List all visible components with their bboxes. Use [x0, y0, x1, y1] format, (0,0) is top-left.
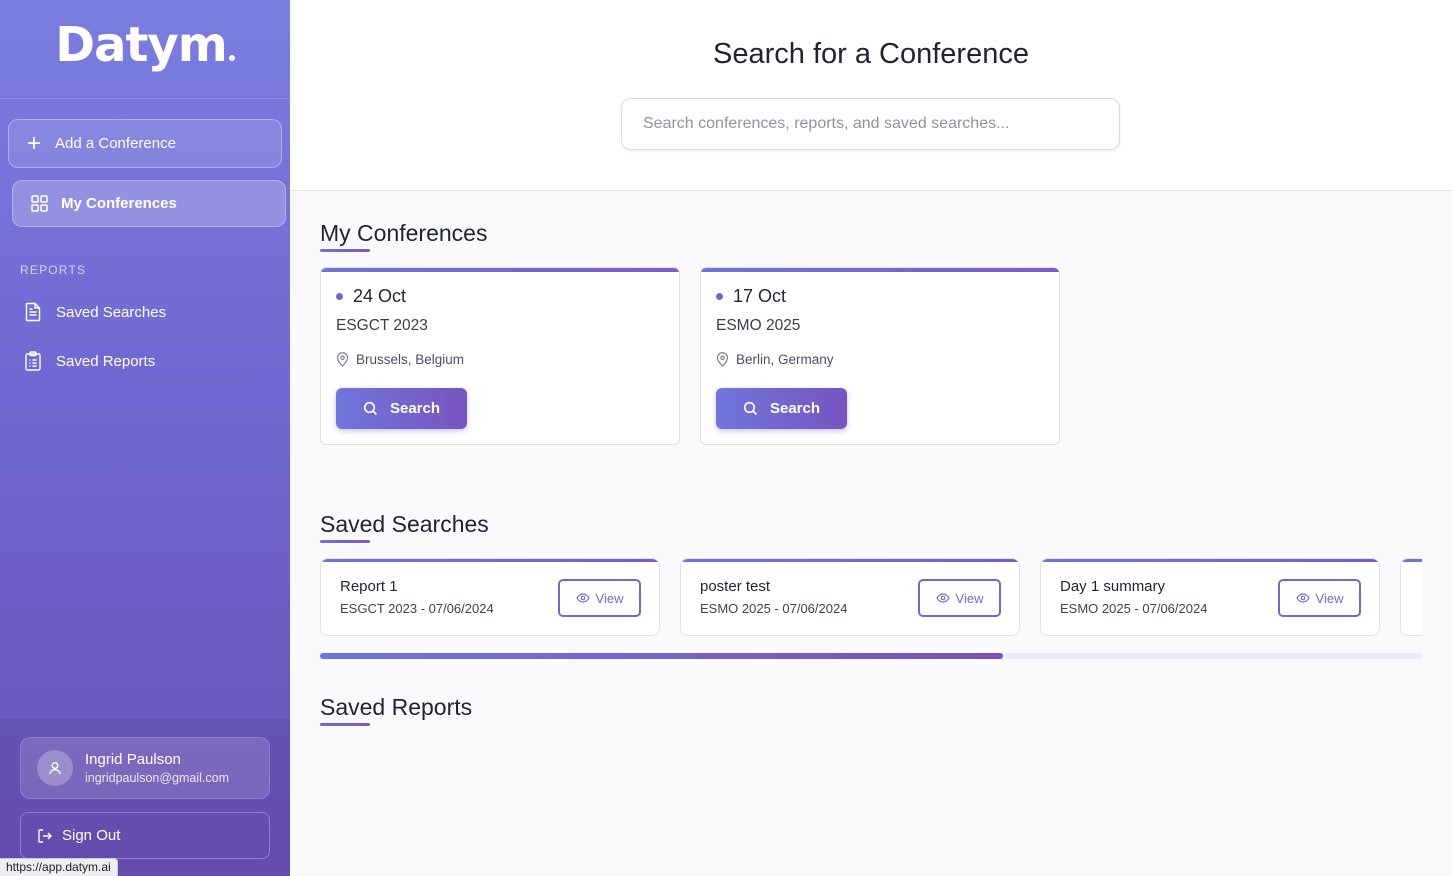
saved-search-meta: ESGCT 2023 - 07/06/2024: [340, 601, 494, 616]
page-title: Search for a Conference: [713, 38, 1029, 70]
bullet-icon: [716, 293, 723, 300]
sidebar-item-saved-reports[interactable]: Saved Reports: [24, 345, 274, 377]
sidebar-item-label: Saved Reports: [56, 352, 156, 370]
bullet-icon: [336, 293, 343, 300]
avatar: [37, 750, 73, 786]
saved-search-meta: ESMO 2025 - 07/06/2024: [1060, 601, 1208, 616]
scrollbar-thumb[interactable]: [320, 653, 1004, 659]
search-icon: [363, 401, 378, 416]
search-icon: [743, 401, 758, 416]
conference-date: 17 Oct: [716, 286, 786, 307]
user-icon: [49, 762, 61, 775]
saved-search-name: Day 1 summary: [1060, 578, 1166, 595]
sign-out-label: Sign Out: [62, 827, 121, 844]
conference-date: 24 Oct: [336, 286, 406, 307]
document-icon: [24, 302, 42, 322]
section-underline: [320, 249, 370, 252]
eye-icon: [1295, 593, 1310, 603]
saved-search-card-partial: [1400, 558, 1422, 636]
saved-search-name: poster test: [700, 578, 771, 595]
conference-card: 24 Oct ESGCT 2023 Brussels, Belgium Sear…: [320, 267, 680, 445]
saved-search-name: Report 1: [340, 578, 398, 595]
main-content: Search for a Conference My Conferences 2…: [290, 0, 1452, 876]
location-pin-icon: [716, 352, 729, 367]
clipboard-icon: [24, 351, 42, 371]
conference-location: Berlin, Germany: [716, 352, 834, 367]
section-title-saved-searches: Saved Searches: [320, 511, 489, 537]
sidebar-item-my-conferences[interactable]: My Conferences: [12, 180, 286, 227]
section-title-saved-reports: Saved Reports: [320, 694, 473, 720]
datym-logo[interactable]: Datym: [55, 17, 235, 73]
view-button[interactable]: View: [918, 579, 1001, 617]
user-email: ingridpaulson@gmail.com: [85, 771, 230, 785]
view-button[interactable]: View: [558, 579, 641, 617]
search-input[interactable]: [621, 98, 1120, 150]
saved-search-card: Day 1 summary ESMO 2025 - 07/06/2024 Vie…: [1040, 558, 1380, 636]
user-name: Ingrid Paulson: [85, 751, 181, 768]
eye-icon: [935, 593, 950, 603]
sidebar-item-saved-searches[interactable]: Saved Searches: [24, 296, 274, 328]
conference-location: Brussels, Belgium: [336, 352, 464, 367]
carousel-scrollbar[interactable]: [320, 653, 1422, 659]
section-title-my-conferences: My Conferences: [320, 220, 488, 246]
sidebar-item-label: Saved Searches: [56, 303, 167, 321]
status-bar-url: https://app.datym.ai: [0, 858, 118, 876]
saved-search-meta: ESMO 2025 - 07/06/2024: [700, 601, 848, 616]
location-pin-icon: [336, 352, 349, 367]
header: Search for a Conference: [290, 0, 1452, 191]
logo-area: Datym: [0, 0, 290, 99]
add-conference-button[interactable]: + Add a Conference: [8, 119, 282, 168]
sidebar-item-label: My Conferences: [61, 195, 177, 212]
view-button[interactable]: View: [1278, 579, 1361, 617]
grid-icon: [31, 195, 48, 212]
saved-search-card: poster test ESMO 2025 - 07/06/2024 View: [680, 558, 1020, 636]
saved-searches-carousel[interactable]: Report 1 ESGCT 2023 - 07/06/2024 View po…: [320, 558, 1422, 638]
user-card[interactable]: Ingrid Paulson ingridpaulson@gmail.com: [20, 737, 270, 799]
conference-search-button[interactable]: Search: [336, 388, 467, 429]
add-conference-label: Add a Conference: [55, 135, 176, 152]
section-underline: [320, 540, 370, 543]
conference-card: 17 Oct ESMO 2025 Berlin, Germany Search: [700, 267, 1060, 445]
reports-section-label: REPORTS: [20, 263, 87, 277]
logout-icon: [37, 828, 53, 844]
conference-search-button[interactable]: Search: [716, 388, 847, 429]
section-underline: [320, 723, 370, 726]
conference-name: ESGCT 2023: [336, 317, 428, 334]
saved-search-card: Report 1 ESGCT 2023 - 07/06/2024 View: [320, 558, 660, 636]
sidebar: Datym + Add a Conference My Conferences …: [0, 0, 290, 876]
sign-out-button[interactable]: Sign Out: [20, 812, 270, 859]
eye-icon: [575, 593, 590, 603]
plus-icon: +: [27, 129, 42, 157]
conference-name: ESMO 2025: [716, 317, 801, 334]
